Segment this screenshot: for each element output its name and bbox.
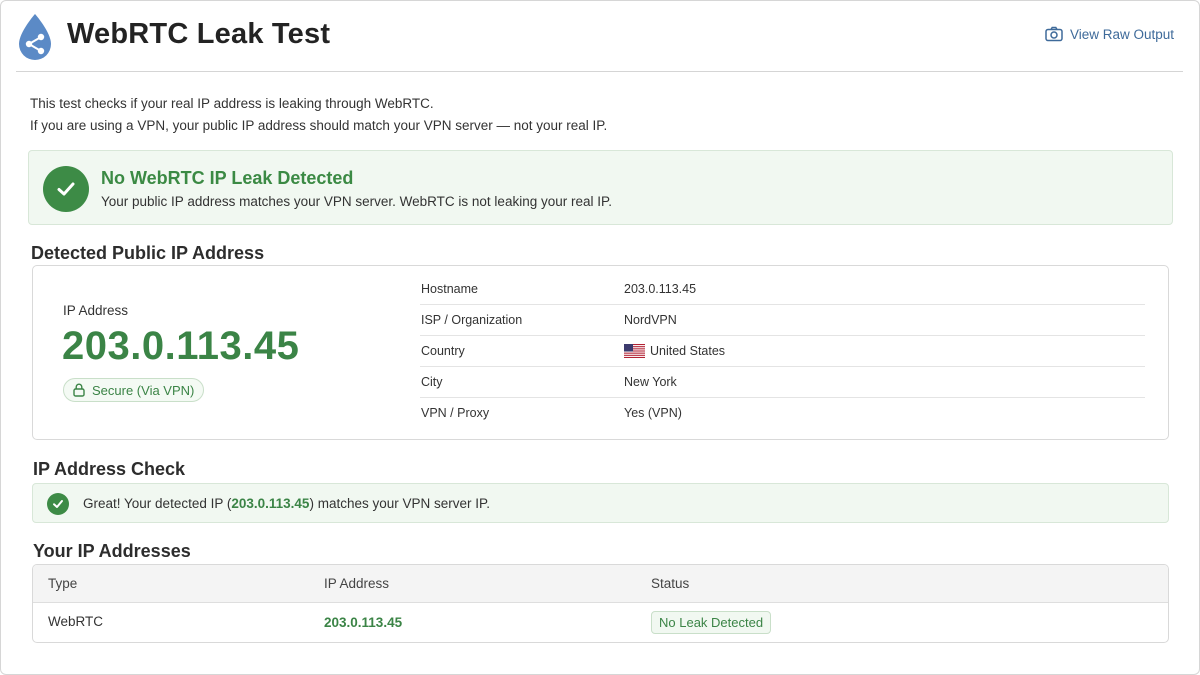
detail-key: VPN / Proxy: [421, 406, 490, 420]
row-ip: 203.0.113.45: [324, 615, 403, 630]
detail-key: ISP / Organization: [421, 313, 523, 327]
lock-icon: [73, 383, 85, 397]
camera-icon: [1045, 26, 1063, 42]
no-leak-alert: No WebRTC IP Leak Detected Your public I…: [28, 150, 1173, 225]
detail-key: Hostname: [421, 282, 478, 296]
ip-address-label: IP Address: [63, 303, 129, 318]
detail-value-text: New York: [624, 375, 677, 389]
secure-badge-label: Secure (Via VPN): [92, 382, 195, 398]
detail-key: City: [421, 375, 443, 389]
alert-text: Your public IP address matches your VPN …: [101, 194, 613, 209]
detail-value: United States: [624, 344, 725, 358]
us-flag-icon: [624, 344, 645, 358]
page-title: WebRTC Leak Test: [67, 18, 331, 50]
detail-value-text: United States: [650, 344, 726, 358]
check-text-after: ) matches your VPN server IP.: [309, 496, 491, 511]
check-ip-value: 203.0.113.45: [231, 496, 310, 511]
droplet-share-logo-icon: [19, 14, 51, 60]
table-header: Type IP Address Status: [33, 565, 1168, 603]
ip-details-list: Hostname 203.0.113.45 ISP / Organization…: [420, 274, 1145, 429]
intro-line-1: This test checks if your real IP address…: [30, 96, 434, 111]
ip-addresses-section-title: Your IP Addresses: [33, 541, 191, 561]
view-raw-output-label: View Raw Output: [1069, 26, 1174, 42]
row-type: WebRTC: [48, 614, 104, 629]
detail-value: Yes (VPN): [624, 406, 682, 420]
intro-line-2: If you are using a VPN, your public IP a…: [30, 118, 608, 133]
detected-ip-section-title: Detected Public IP Address: [31, 243, 265, 263]
header-divider: [16, 71, 1183, 72]
ip-check-section-title: IP Address Check: [33, 459, 186, 479]
check-text-before: Great! Your detected IP (: [83, 496, 232, 511]
detail-value: NordVPN: [624, 313, 677, 327]
detail-value: New York: [624, 375, 677, 389]
detail-row-hostname: Hostname 203.0.113.45: [420, 274, 1145, 305]
intro-text: This test checks if your real IP address…: [30, 93, 607, 137]
detail-row-city: City New York: [420, 367, 1145, 398]
ip-addresses-table: Type IP Address Status WebRTC 203.0.113.…: [32, 564, 1169, 643]
check-circle-icon: [47, 493, 69, 515]
detail-value-text: NordVPN: [624, 313, 677, 327]
column-header-status: Status: [651, 576, 690, 591]
column-header-type: Type: [48, 576, 78, 591]
ip-check-result: Great! Your detected IP (203.0.113.45) m…: [32, 483, 1169, 523]
detail-row-vpn-proxy: VPN / Proxy Yes (VPN): [420, 398, 1145, 429]
detail-value-text: Yes (VPN): [624, 406, 682, 420]
detail-row-country: Country United States: [420, 336, 1145, 367]
detail-key: Country: [421, 344, 465, 358]
status-badge: No Leak Detected: [651, 611, 772, 634]
detail-row-isp: ISP / Organization NordVPN: [420, 305, 1145, 336]
view-raw-output-button[interactable]: View Raw Output: [1045, 26, 1174, 42]
ip-check-text: Great! Your detected IP (203.0.113.45) m…: [83, 496, 490, 511]
secure-vpn-badge: Secure (Via VPN): [63, 378, 205, 402]
detail-value-text: 203.0.113.45: [624, 282, 697, 296]
detected-ip-value: 203.0.113.45: [62, 324, 300, 368]
table-row: WebRTC 203.0.113.45 No Leak Detected: [33, 603, 1168, 642]
header: WebRTC Leak Test View Raw Output: [0, 0, 1200, 72]
detected-ip-card: IP Address 203.0.113.45 Secure (Via VPN)…: [32, 265, 1169, 440]
alert-title: No WebRTC IP Leak Detected: [101, 168, 354, 188]
detail-value: 203.0.113.45: [624, 282, 696, 296]
column-header-ip: IP Address: [324, 576, 390, 591]
check-circle-icon: [43, 166, 89, 212]
